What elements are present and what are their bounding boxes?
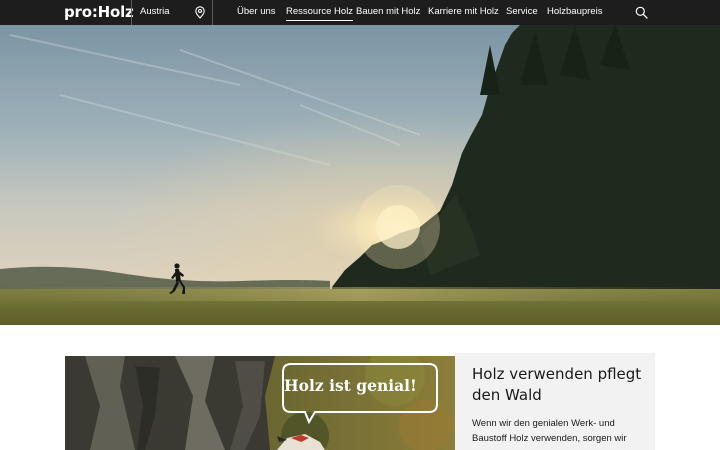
hero-image — [0, 25, 720, 325]
nav-item-holzbaupreis[interactable]: Holzbaupreis — [547, 6, 602, 17]
teaser-image[interactable] — [65, 356, 455, 450]
nav-item-service[interactable]: Service — [506, 6, 538, 17]
nav-item-bauen-mit-holz[interactable]: Bauen mit Holz — [356, 6, 420, 17]
teaser-card[interactable]: Holz verwenden pflegt den Wald Wenn wir … — [455, 353, 655, 450]
country-selector[interactable]: Austria — [140, 6, 170, 17]
site-logo[interactable]: pro:Holz — [64, 2, 134, 22]
teaser-text: Wenn wir den genialen Werk- und Baustoff… — [472, 418, 627, 444]
nav-item-ueber-uns[interactable]: Über uns — [237, 6, 276, 17]
nav-item-karriere-mit-holz[interactable]: Karriere mit Holz — [428, 6, 499, 17]
divider — [212, 0, 213, 25]
top-navigation-bar: pro:Holz Austria Über uns Ressource Holz… — [0, 0, 720, 25]
search-icon[interactable] — [635, 6, 648, 19]
teaser-image-caption: Holz ist genial! — [284, 376, 417, 395]
divider — [131, 0, 132, 25]
teaser-title[interactable]: Holz verwenden pflegt den Wald — [472, 364, 647, 406]
location-pin-icon[interactable] — [194, 6, 206, 19]
nav-item-ressource-holz[interactable]: Ressource Holz — [286, 6, 354, 21]
